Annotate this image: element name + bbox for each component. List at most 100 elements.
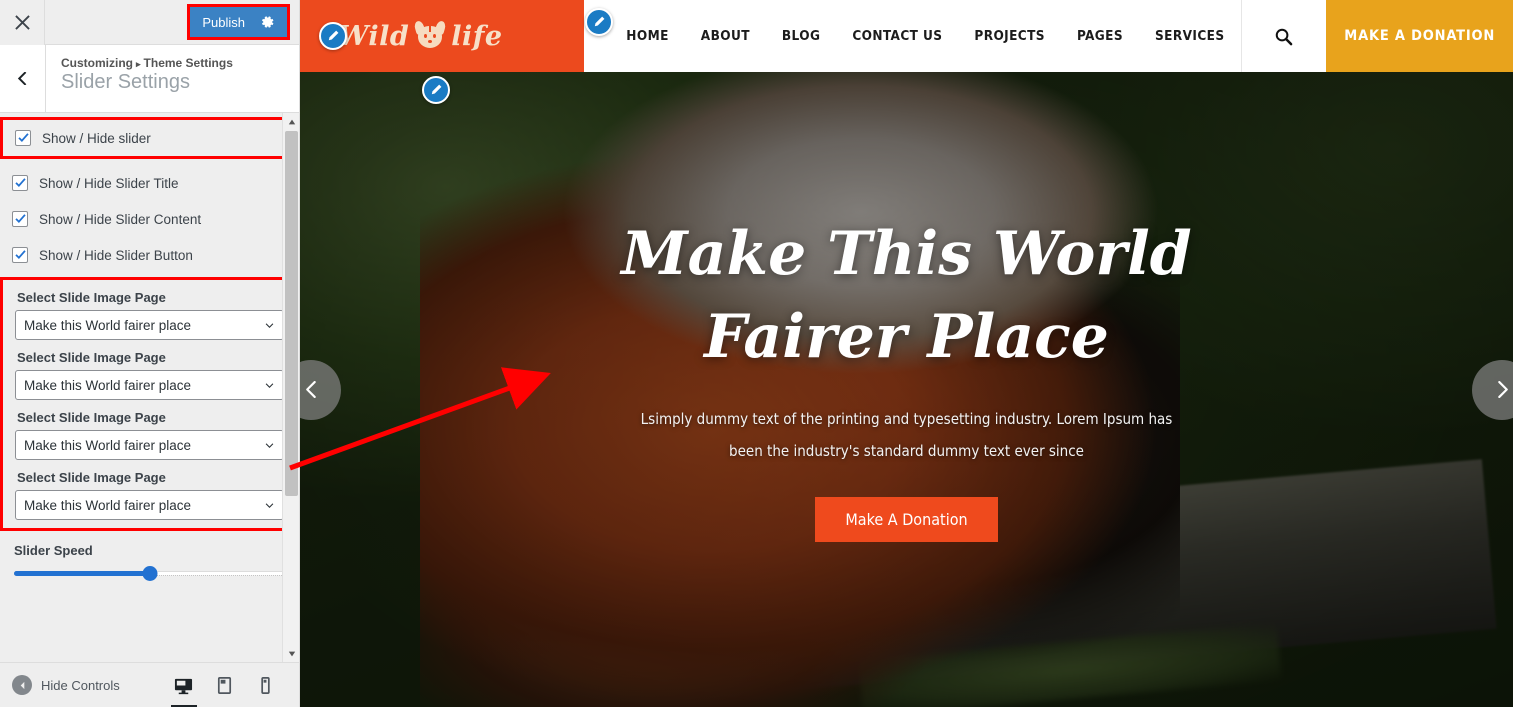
edit-pencil-icon[interactable] — [422, 76, 450, 104]
control-label: Show / Hide Slider Button — [39, 247, 193, 263]
edit-pencil-icon[interactable] — [585, 8, 613, 36]
select-label-2: Select Slide Image Page — [17, 350, 166, 365]
back-button[interactable] — [0, 45, 46, 112]
hero-title-line-2: Fairer Place — [704, 301, 1109, 372]
breadcrumb-separator: ▸ — [136, 59, 141, 69]
slider-speed-label: Slider Speed — [14, 543, 93, 558]
panel-titles: Customizing ▸ Theme Settings Slider Settin… — [46, 45, 233, 112]
control-show-hide-slider-button[interactable]: Show / Hide Slider Button — [0, 237, 299, 273]
customizer-controls: Show / Hide slider Show / Hide Slider Ti… — [0, 113, 299, 662]
hero-title: Make This World Fairer Place — [621, 213, 1192, 379]
slider-speed-control: Slider Speed — [0, 543, 299, 590]
scroll-down-icon[interactable] — [283, 645, 299, 662]
select-slide-image-page-4[interactable]: Make this World fairer place — [15, 490, 284, 520]
checkbox-show-hide-slider-title[interactable] — [12, 175, 28, 191]
customizer-panel-header: Customizing ▸ Theme Settings Slider Settin… — [0, 45, 299, 113]
hero-donation-button[interactable]: Make A Donation — [815, 497, 998, 543]
breadcrumb-root[interactable]: Customizing — [61, 56, 133, 70]
range-thumb[interactable] — [142, 565, 157, 581]
nav-item-services[interactable]: SERVICES — [1139, 28, 1240, 44]
control-show-hide-slider-content[interactable]: Show / Hide Slider Content — [0, 201, 299, 237]
control-label: Show / Hide slider — [42, 130, 151, 146]
select-value: Make this World fairer place — [24, 317, 192, 333]
checkbox-show-hide-slider-button[interactable] — [12, 247, 28, 263]
chevron-right-icon — [1497, 381, 1508, 398]
customizer-app: Publish Customizing ▸ Theme Settings Slide… — [0, 0, 1513, 707]
slide-image-pages-highlight: Select Slide Image Page Make this World … — [0, 277, 299, 531]
search-button[interactable] — [1240, 0, 1327, 72]
publish-button-label: Publish — [202, 14, 245, 30]
scrollbar-thumb[interactable] — [285, 131, 298, 496]
select-slide-image-page-3[interactable]: Make this World fairer place — [15, 430, 284, 460]
control-show-hide-slider[interactable]: Show / Hide slider — [3, 120, 296, 156]
chevron-down-icon — [265, 442, 274, 448]
animal-head-icon — [413, 20, 447, 50]
publish-area: Publish — [187, 0, 299, 44]
chevron-left-icon — [305, 381, 316, 398]
checkbox-show-hide-slider[interactable] — [15, 130, 31, 146]
chevron-down-icon — [265, 502, 274, 508]
nav-item-about[interactable]: ABOUT — [685, 28, 766, 44]
publish-highlight: Publish — [187, 4, 290, 40]
chevron-down-icon — [265, 322, 274, 328]
breadcrumb: Customizing ▸ Theme Settings — [61, 56, 233, 70]
logo-text-second: life — [451, 20, 503, 52]
device-preview-switcher — [174, 676, 287, 695]
hero-title-line-1: Make This World — [621, 218, 1192, 289]
customizer-sidebar: Publish Customizing ▸ Theme Settings Slide… — [0, 0, 300, 707]
check-icon — [15, 178, 26, 188]
hide-controls-button[interactable]: Hide Controls — [12, 675, 120, 695]
check-icon — [15, 250, 26, 260]
sidebar-scrollbar[interactable] — [282, 113, 299, 662]
select-label-3: Select Slide Image Page — [17, 410, 166, 425]
control-show-hide-slider-title[interactable]: Show / Hide Slider Title — [0, 165, 299, 201]
check-icon — [18, 133, 29, 143]
range-fill — [14, 570, 150, 576]
collapse-icon — [12, 675, 32, 695]
check-icon — [15, 214, 26, 224]
page-title: Slider Settings — [61, 71, 190, 93]
header-donation-button[interactable]: MAKE A DONATION — [1326, 0, 1513, 72]
breadcrumb-parent[interactable]: Theme Settings — [144, 56, 233, 70]
search-icon — [1276, 28, 1293, 45]
desktop-icon[interactable] — [174, 676, 193, 695]
select-slide-image-page-1[interactable]: Make this World fairer place — [15, 310, 284, 340]
chevron-down-icon — [265, 382, 274, 388]
nav-item-contact-us[interactable]: CONTACT US — [836, 28, 958, 44]
show-hide-slider-highlight: Show / Hide slider — [0, 117, 299, 159]
customizer-footer: Hide Controls — [0, 662, 299, 707]
select-value: Make this World fairer place — [24, 437, 192, 453]
hero-slider: Make This World Fairer Place Lsimply dum… — [300, 72, 1513, 707]
header-donation-label: MAKE A DONATION — [1344, 28, 1496, 44]
select-value: Make this World fairer place — [24, 497, 192, 513]
hero-paragraph: Lsimply dummy text of the printing and t… — [640, 410, 1173, 460]
nav-item-blog[interactable]: BLOG — [766, 28, 836, 44]
site-logo: Wild life — [338, 20, 503, 52]
slider-speed-range[interactable] — [12, 565, 287, 590]
control-label: Show / Hide Slider Title — [39, 175, 179, 191]
nav-item-projects[interactable]: PROJECTS — [958, 28, 1061, 44]
mobile-icon[interactable] — [256, 676, 275, 695]
checkbox-show-hide-slider-content[interactable] — [12, 211, 28, 227]
logo-text-first: Wild — [338, 20, 410, 52]
tablet-icon[interactable] — [215, 676, 234, 695]
customizer-topbar: Publish — [0, 0, 299, 45]
select-value: Make this World fairer place — [24, 377, 192, 393]
scroll-up-icon[interactable] — [283, 113, 299, 130]
select-slide-image-page-2[interactable]: Make this World fairer place — [15, 370, 284, 400]
site-preview: Wild life HOME ABOUT BLOG CONTACT US PRO… — [300, 0, 1513, 707]
nav-item-pages[interactable]: PAGES — [1061, 28, 1139, 44]
close-icon[interactable] — [0, 0, 45, 45]
control-label: Show / Hide Slider Content — [39, 211, 202, 227]
gear-icon — [262, 16, 274, 28]
slide-image-page-group: Select Slide Image Page Make this World … — [3, 290, 296, 528]
controls-scroll-area: Show / Hide slider Show / Hide Slider Ti… — [0, 117, 299, 590]
publish-button[interactable]: Publish — [190, 7, 287, 37]
range-track[interactable] — [14, 565, 285, 581]
site-logo-block[interactable]: Wild life — [300, 0, 585, 72]
primary-navigation: HOME ABOUT BLOG CONTACT US PROJECTS PAGE… — [584, 0, 1241, 72]
edit-pencil-icon[interactable] — [319, 22, 347, 50]
nav-item-home[interactable]: HOME — [610, 28, 684, 44]
hide-controls-label: Hide Controls — [41, 677, 120, 693]
hero-content: Make This World Fairer Place Lsimply dum… — [300, 72, 1513, 707]
